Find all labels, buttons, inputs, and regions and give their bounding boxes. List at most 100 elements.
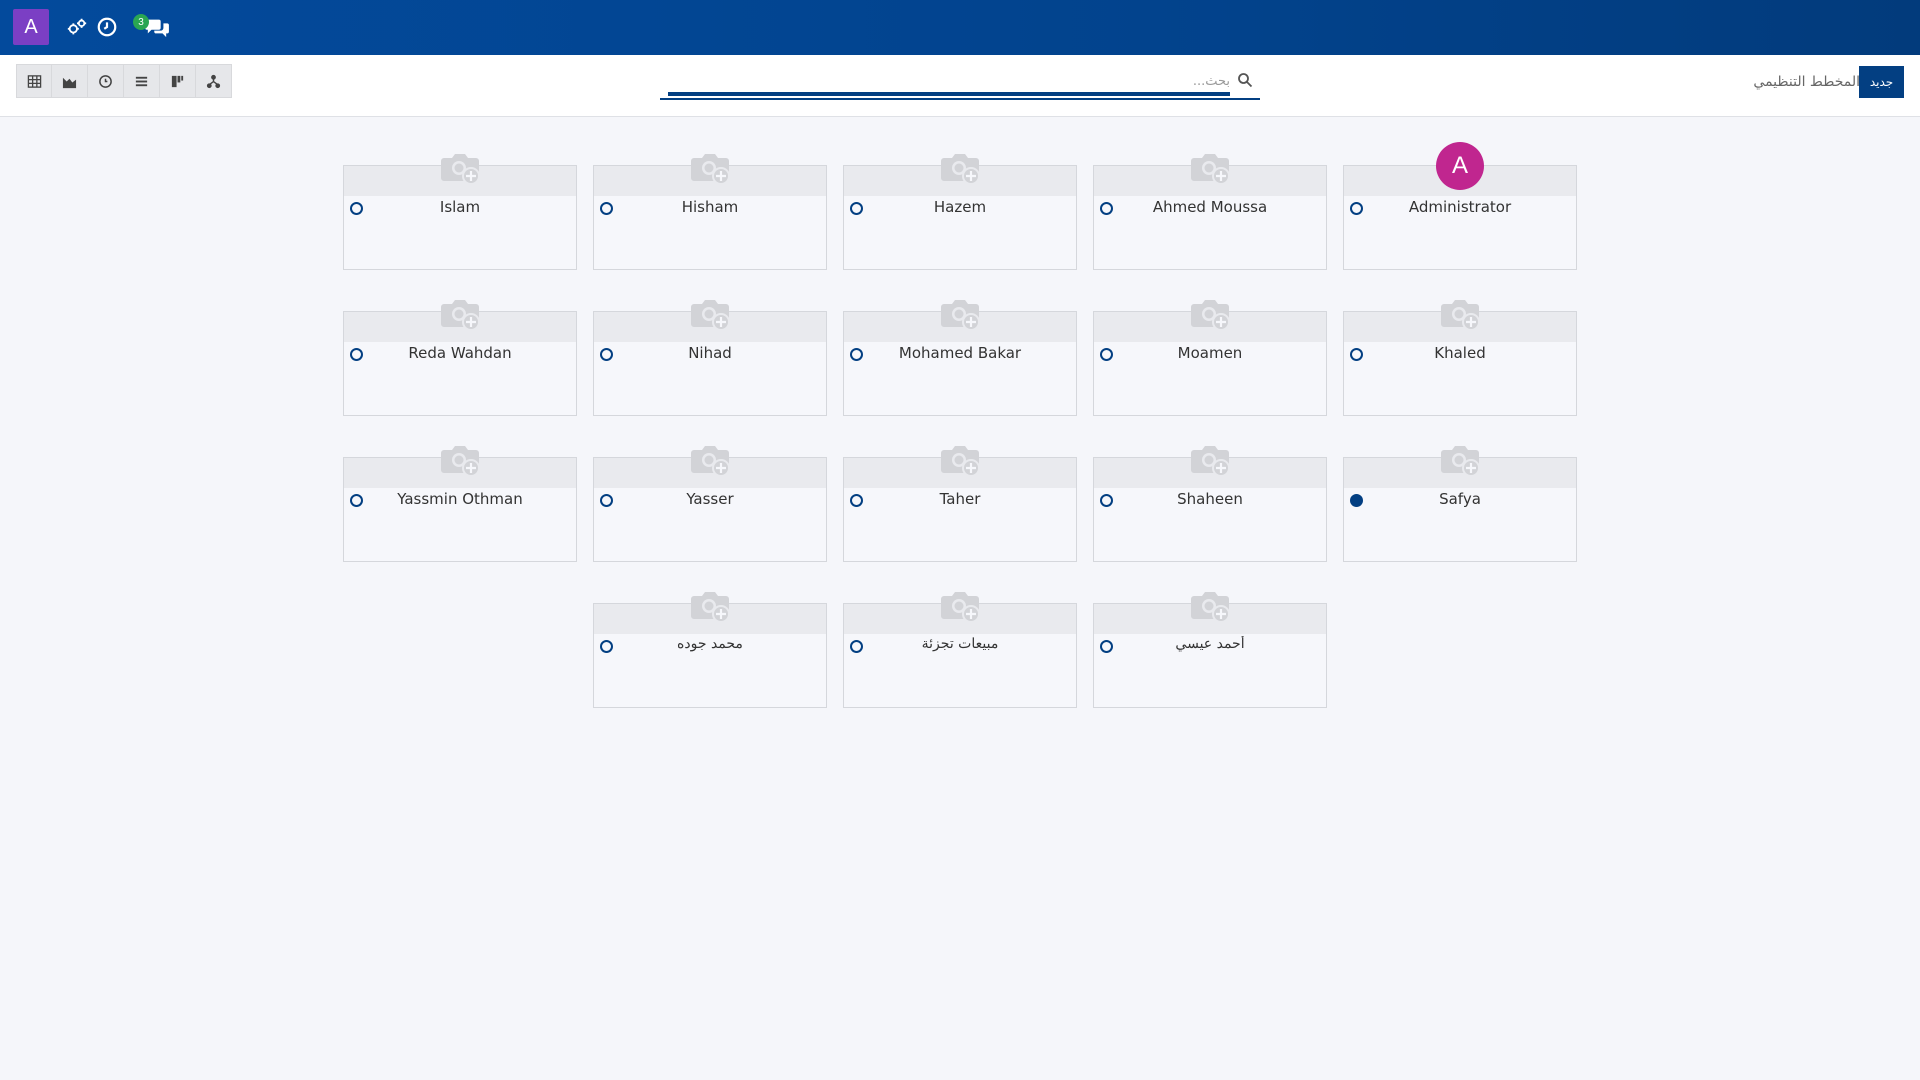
presence-status-icon — [600, 202, 613, 215]
presence-status-icon — [1100, 202, 1113, 215]
employee-name: Administrator — [1408, 198, 1512, 216]
photo-placeholder[interactable] — [1188, 148, 1232, 188]
list-view-button[interactable] — [16, 64, 52, 98]
employee-card[interactable]: Taher — [843, 446, 1077, 562]
graph-view-button[interactable] — [52, 64, 88, 98]
list-icon — [135, 76, 148, 86]
photo-placeholder[interactable] — [1188, 440, 1232, 480]
new-button[interactable]: جديد — [1859, 66, 1904, 98]
camera-add-icon — [691, 446, 730, 477]
presence-status-icon — [1350, 202, 1363, 215]
employee-name: Yasser — [686, 490, 734, 508]
camera-add-icon — [1441, 300, 1480, 331]
camera-add-icon — [941, 446, 980, 477]
employee-name: Khaled — [1434, 344, 1486, 362]
employee-card[interactable]: Shaheen — [1093, 446, 1327, 562]
photo-placeholder[interactable] — [688, 294, 732, 334]
avatar[interactable]: A — [1436, 142, 1484, 190]
employee-card[interactable]: Hisham — [593, 154, 827, 270]
employee-name: Nihad — [688, 344, 732, 362]
photo-placeholder[interactable] — [1188, 586, 1232, 626]
hierarchy-view-button[interactable] — [196, 64, 232, 98]
presence-status-icon — [850, 640, 863, 653]
employee-card[interactable]: A Administrator — [1343, 142, 1577, 270]
area-chart-icon — [62, 77, 77, 88]
presence-status-icon — [600, 494, 613, 507]
camera-add-icon — [441, 446, 480, 477]
photo-placeholder[interactable] — [1438, 294, 1482, 334]
employee-card[interactable]: Safya — [1343, 446, 1577, 562]
camera-add-icon — [941, 592, 980, 623]
employee-name: Shaheen — [1177, 490, 1243, 508]
employee-card[interactable]: أحمد عيسي — [1093, 592, 1327, 708]
employee-card[interactable]: Moamen — [1093, 300, 1327, 416]
employee-name: Moamen — [1177, 344, 1243, 362]
employee-card[interactable]: Mohamed Bakar — [843, 300, 1077, 416]
photo-placeholder[interactable] — [938, 294, 982, 334]
employee-name: Taher — [939, 490, 981, 508]
photo-placeholder[interactable] — [438, 440, 482, 480]
camera-add-icon — [1191, 592, 1230, 623]
camera-add-icon — [691, 300, 730, 331]
photo-placeholder[interactable] — [688, 148, 732, 188]
employee-name: Hisham — [681, 198, 739, 216]
photo-placeholder[interactable] — [438, 148, 482, 188]
photo-placeholder[interactable] — [938, 586, 982, 626]
camera-add-icon — [441, 300, 480, 331]
photo-placeholder[interactable] — [1438, 440, 1482, 480]
kanban-icon — [171, 75, 184, 87]
presence-status-icon — [350, 348, 363, 361]
chat-badge: 3 — [133, 14, 149, 30]
presence-status-icon — [1350, 494, 1363, 507]
photo-placeholder[interactable] — [938, 440, 982, 480]
presence-status-icon — [1350, 348, 1363, 361]
presence-status-icon — [600, 640, 613, 653]
employee-card[interactable]: محمد جوده — [593, 592, 827, 708]
employee-card[interactable]: Khaled — [1343, 300, 1577, 416]
employee-name: Yassmin Othman — [397, 490, 523, 508]
camera-add-icon — [941, 154, 980, 185]
employee-name: Hazem — [933, 198, 987, 216]
employee-card[interactable]: Ahmed Moussa — [1093, 154, 1327, 270]
camera-add-icon — [691, 592, 730, 623]
employee-card[interactable]: Reda Wahdan — [343, 300, 577, 416]
photo-placeholder[interactable] — [438, 294, 482, 334]
breadcrumb: المخطط التنظيمي — [1753, 74, 1860, 90]
camera-add-icon — [1191, 154, 1230, 185]
user-avatar[interactable]: A — [13, 9, 49, 45]
employee-name: Islam — [439, 198, 481, 216]
employee-name: Ahmed Moussa — [1152, 198, 1268, 216]
search-icon[interactable] — [1237, 72, 1253, 88]
presence-status-icon — [600, 348, 613, 361]
search-box — [660, 64, 1260, 100]
presence-status-icon — [1100, 348, 1113, 361]
employee-card[interactable]: Nihad — [593, 300, 827, 416]
view-switcher — [16, 64, 232, 98]
employee-card[interactable]: Hazem — [843, 154, 1077, 270]
kanban-view-button[interactable] — [160, 64, 196, 98]
clock-icon — [99, 74, 112, 88]
employee-name: Mohamed Bakar — [898, 344, 1022, 362]
search-facet-bar — [668, 92, 1230, 96]
search-input[interactable] — [668, 70, 1230, 92]
photo-placeholder[interactable] — [938, 148, 982, 188]
top-navbar: A 3 — [0, 0, 1920, 55]
employee-card[interactable]: Islam — [343, 154, 577, 270]
employee-name: محمد جوده — [677, 636, 743, 652]
gear-users-icon[interactable] — [66, 16, 88, 38]
list-lines-view-button[interactable] — [124, 64, 160, 98]
photo-placeholder[interactable] — [688, 440, 732, 480]
employee-card[interactable]: مبيعات تجزئة — [843, 592, 1077, 708]
clock-icon[interactable] — [96, 16, 118, 38]
employee-card[interactable]: Yassmin Othman — [343, 446, 577, 562]
presence-status-icon — [350, 202, 363, 215]
camera-add-icon — [1191, 300, 1230, 331]
presence-status-icon — [1100, 494, 1113, 507]
photo-placeholder[interactable] — [1188, 294, 1232, 334]
photo-placeholder[interactable] — [688, 586, 732, 626]
employee-name: Safya — [1439, 490, 1481, 508]
activity-view-button[interactable] — [88, 64, 124, 98]
table-icon — [27, 74, 41, 88]
employee-card[interactable]: Yasser — [593, 446, 827, 562]
camera-add-icon — [441, 154, 480, 185]
